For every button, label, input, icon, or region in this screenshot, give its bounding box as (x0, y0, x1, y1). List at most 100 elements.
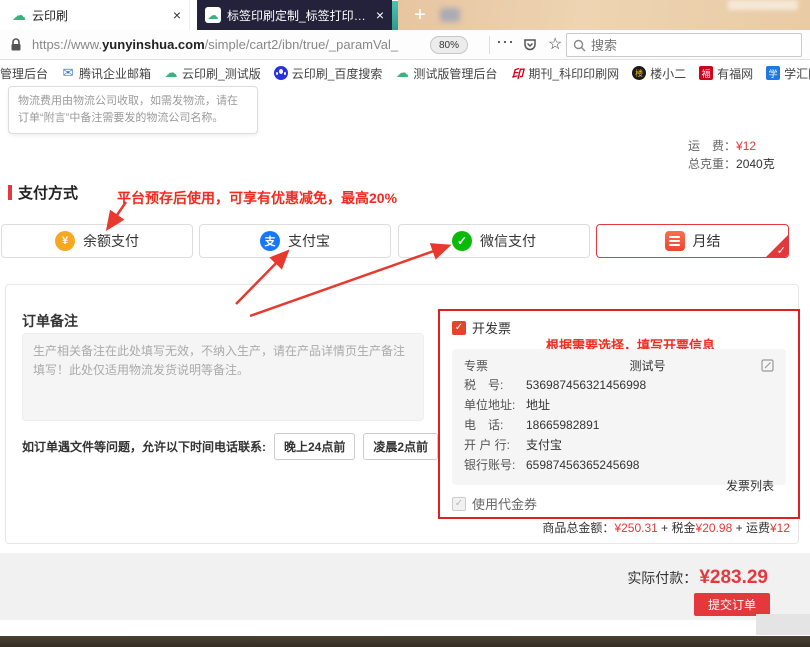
payment-label: 微信支付 (480, 231, 536, 251)
logistics-tooltip: 物流费用由物流公司收取，如需发物流，请在订单“附言”中备注需要发的物流公司名称。 (8, 86, 258, 134)
window-corner (756, 614, 810, 635)
new-tab-button[interactable]: + (408, 3, 432, 27)
tab-yunyinshua[interactable]: ☁ 云印刷 × (4, 0, 190, 30)
check-icon: ✓ (777, 244, 786, 257)
contact-time-row: 如订单遇文件等问题，允许以下时间电话联系: 晚上24点前 凌晨2点前 全天 (22, 433, 490, 460)
tab-bar: + ☁ 云印刷 × ☁ 标签印刷定制_标签打印_ 不干 × (0, 0, 810, 30)
bookmark-label: 有福网 (717, 65, 753, 82)
plus-sign: + (736, 521, 743, 535)
invoice-row-bank: 开 户 行:支付宝 (464, 435, 774, 455)
pay-value: ¥283.29 (699, 567, 768, 589)
payment-section-header: 支付方式 (8, 182, 78, 203)
tab-title: 云印刷 (32, 7, 167, 24)
tab-title: 标签印刷定制_标签打印_ 不干 (227, 7, 370, 24)
alipay-icon: 支 (260, 231, 280, 251)
invoice-info-panel: 专票 测试号 税 号:536987456321456998 单位地址:地址 电 … (452, 349, 786, 485)
payment-alipay-button[interactable]: 支 支付宝 (199, 224, 391, 258)
pocket-icon[interactable] (522, 37, 538, 58)
bookmark-admin[interactable]: 刷管理后台 (0, 65, 48, 82)
checkbox-disabled-icon: ✓ (452, 497, 466, 511)
search-box[interactable] (566, 33, 802, 57)
bookmark-star-icon[interactable]: ☆ (548, 34, 562, 54)
coin-stack-icon (665, 231, 685, 251)
invoice-row-account: 银行账号:65987456365245698 (464, 455, 774, 475)
submit-order-button[interactable]: 提交订单 (694, 593, 770, 616)
invoice-row-tax: 税 号:536987456321456998 (464, 375, 774, 395)
checkout-footer: 实际付款： ¥283.29 提交订单 (0, 553, 810, 620)
close-icon[interactable]: × (173, 8, 181, 22)
cloud-favicon-icon: ☁ (205, 7, 221, 23)
xuehui-icon: 学 (766, 66, 780, 80)
search-input[interactable] (591, 38, 795, 53)
invoice-annotation-box: ✓ 开发票 根据需要选择，填写开票信息 专票 测试号 税 号:536987456… (438, 309, 800, 519)
row-value: 536987456321456998 (526, 375, 646, 395)
search-icon (573, 39, 586, 52)
order-note-title: 订单备注 (22, 311, 78, 331)
row-value: 支付宝 (526, 435, 562, 455)
url-field[interactable]: https://www.yunyinshua.com/simple/cart2/… (32, 37, 398, 52)
payment-label: 月结 (693, 231, 721, 251)
address-bar: https://www.yunyinshua.com/simple/cart2/… (0, 30, 810, 60)
bookmark-keyin[interactable]: 印期刊_科印印刷网 (510, 65, 619, 82)
mail-icon: ✉ (61, 66, 75, 80)
row-label: 开 户 行: (464, 435, 526, 455)
divider (489, 36, 490, 54)
browser-window: + ☁ 云印刷 × ☁ 标签印刷定制_标签打印_ 不干 × https://ww… (0, 0, 810, 647)
bookmark-label: 云印刷_百度搜索 (292, 65, 383, 82)
time-option-before-2am[interactable]: 凌晨2点前 (363, 433, 438, 460)
bookmark-baidu-search[interactable]: 云印刷_百度搜索 (274, 65, 383, 82)
order-note-input[interactable] (22, 333, 424, 421)
bookmark-yunyinshua-test[interactable]: ☁ 云印刷_测试版 (164, 65, 261, 82)
freight-summary: 运 费：¥12 总克重：2040克 (688, 137, 775, 173)
voucher-checkbox[interactable]: ✓ 使用代金券 (452, 494, 537, 513)
bookmark-test-admin[interactable]: ☁测试版管理后台 (395, 65, 497, 82)
row-label: 电 话: (464, 415, 526, 435)
pay-label: 实际付款： (627, 568, 697, 588)
bookmark-louxiaoer[interactable]: 楼楼小二 (632, 65, 686, 82)
zoom-level-badge[interactable]: 80% (430, 36, 468, 54)
keyin-icon: 印 (510, 66, 524, 80)
bookmark-tencent-mail[interactable]: ✉ 腾讯企业邮箱 (61, 65, 151, 82)
bookmark-label: 测试版管理后台 (413, 65, 497, 82)
bookmark-label: 云印刷_测试版 (182, 65, 261, 82)
weight-value: 2040克 (736, 155, 775, 173)
louxiaoer-icon: 楼 (632, 66, 646, 80)
bookmark-label: 腾讯企业邮箱 (79, 65, 151, 82)
row-value: 地址 (526, 395, 550, 415)
order-totals: 商品总金额：¥250.31 + 税金¥20.98 + 运费¥12 (542, 519, 790, 536)
actual-payment: 实际付款： ¥283.29 (627, 567, 768, 589)
cloud-icon: ☁ (164, 66, 178, 80)
cloud-favicon-icon: ☁ (12, 7, 26, 24)
goods-total: ¥250.31 (614, 521, 657, 535)
checkbox-checked-icon: ✓ (452, 321, 466, 335)
close-icon[interactable]: × (376, 8, 384, 22)
invoice-row-address: 单位地址:地址 (464, 395, 774, 415)
url-prefix: https://www. (32, 37, 102, 52)
tab-edge-strip (392, 1, 398, 30)
edit-icon[interactable] (761, 359, 774, 372)
bookmark-xuehui[interactable]: 学学汇网 (766, 65, 810, 82)
bookmark-label: 刷管理后台 (0, 65, 48, 82)
desktop-edge (0, 636, 810, 647)
tab-label-printing[interactable]: ☁ 标签印刷定制_标签打印_ 不干 × (197, 0, 392, 30)
payment-wechat-button[interactable]: ✓ 微信支付 (398, 224, 590, 258)
tax-value: ¥20.98 (696, 521, 733, 535)
url-path: /simple/cart2/ibn/true/_paramVal_ (205, 37, 398, 52)
bookmark-youfu[interactable]: 福有福网 (699, 65, 753, 82)
row-label: 银行账号: (464, 455, 526, 475)
wallpaper-blur (728, 0, 798, 10)
row-label: 单位地址: (464, 395, 526, 415)
invoice-checkbox-label: 开发票 (472, 318, 511, 337)
payment-balance-button[interactable]: ¥ 余额支付 (1, 224, 193, 258)
bookmarks-bar: 刷管理后台 ✉ 腾讯企业邮箱 ☁ 云印刷_测试版 云印刷_百度搜索 ☁测试版管理后台… (0, 61, 810, 85)
time-option-before-24[interactable]: 晚上24点前 (274, 433, 355, 460)
voucher-label: 使用代金券 (472, 494, 537, 513)
page-actions-icon[interactable]: ⋯ (496, 32, 514, 53)
row-value: 18665982891 (526, 415, 599, 435)
moneybag-icon: ¥ (55, 231, 75, 251)
invoice-list-link[interactable]: 发票列表 (464, 477, 774, 494)
freight-value: ¥12 (736, 137, 756, 155)
invoice-checkbox[interactable]: ✓ 开发票 (452, 318, 511, 337)
payment-monthly-button[interactable]: 月结 ✓ (596, 224, 789, 258)
invoice-row-phone: 电 话:18665982891 (464, 415, 774, 435)
